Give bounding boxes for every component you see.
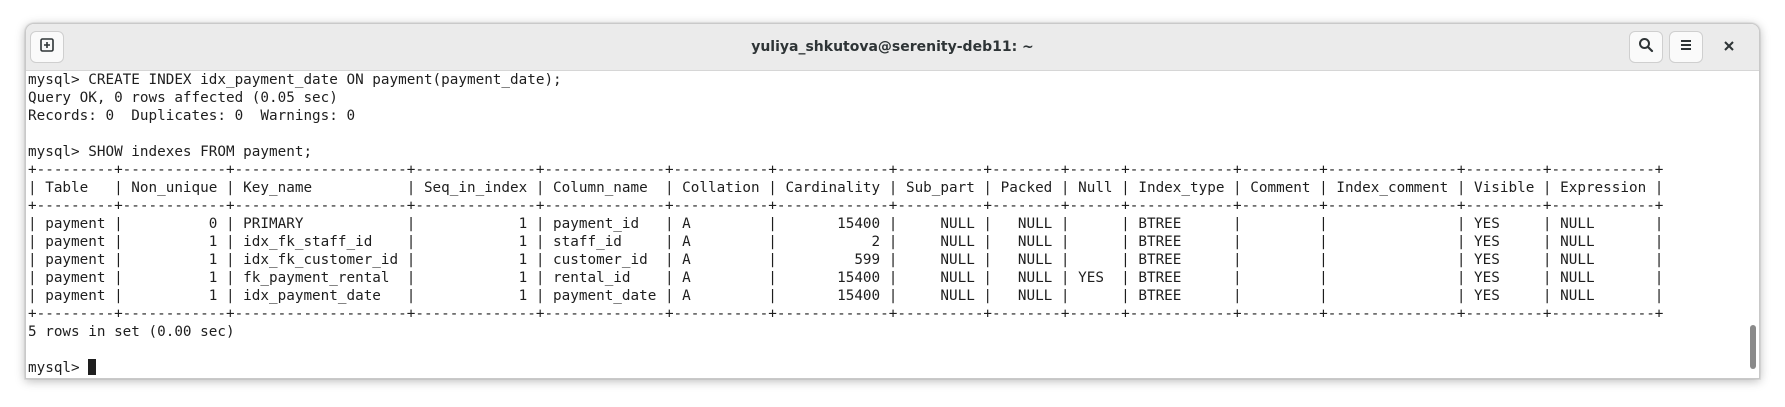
table-border: +---------+------------+----------------…	[28, 198, 1664, 214]
table-border: +---------+------------+----------------…	[28, 306, 1664, 322]
terminal-output[interactable]: mysql> CREATE INDEX idx_payment_date ON …	[26, 71, 1746, 377]
text-cursor	[88, 359, 97, 375]
prompt-text: mysql>	[28, 360, 89, 376]
hamburger-menu-icon	[1678, 37, 1694, 57]
title-bar: yuliya_shkutova@serenity-deb11: ~	[26, 24, 1759, 71]
search-icon	[1638, 37, 1654, 57]
table-row: | payment | 1 | idx_payment_date | 1 | p…	[28, 288, 1664, 304]
vertical-scrollbar[interactable]	[1746, 71, 1759, 377]
scrollbar-thumb[interactable]	[1750, 325, 1756, 369]
prompt-line[interactable]: mysql>	[26, 359, 1746, 377]
table-border: +---------+------------+----------------…	[28, 162, 1664, 178]
terminal-window: yuliya_shkutova@serenity-deb11: ~ mysql>…	[25, 23, 1760, 379]
table-header-row: | Table | Non_unique | Key_name | Seq_in…	[28, 180, 1664, 196]
close-icon	[1722, 38, 1736, 57]
menu-button[interactable]	[1669, 31, 1703, 63]
result-summary: 5 rows in set (0.00 sec)	[28, 324, 235, 340]
output-line: Query OK, 0 rows affected (0.05 sec)	[28, 90, 338, 106]
command-line: mysql> SHOW indexes FROM payment;	[28, 144, 313, 160]
command-line: mysql> CREATE INDEX idx_payment_date ON …	[28, 72, 562, 88]
table-row: | payment | 1 | idx_fk_staff_id | 1 | st…	[28, 234, 1664, 250]
table-row: | payment | 1 | fk_payment_rental | 1 | …	[28, 270, 1664, 286]
close-button[interactable]	[1712, 31, 1746, 63]
window-title: yuliya_shkutova@serenity-deb11: ~	[751, 39, 1034, 55]
output-line: Records: 0 Duplicates: 0 Warnings: 0	[28, 108, 356, 124]
table-row: | payment | 0 | PRIMARY | 1 | payment_id…	[28, 216, 1664, 232]
table-row: | payment | 1 | idx_fk_customer_id | 1 |…	[28, 252, 1664, 268]
search-button[interactable]	[1629, 31, 1663, 63]
